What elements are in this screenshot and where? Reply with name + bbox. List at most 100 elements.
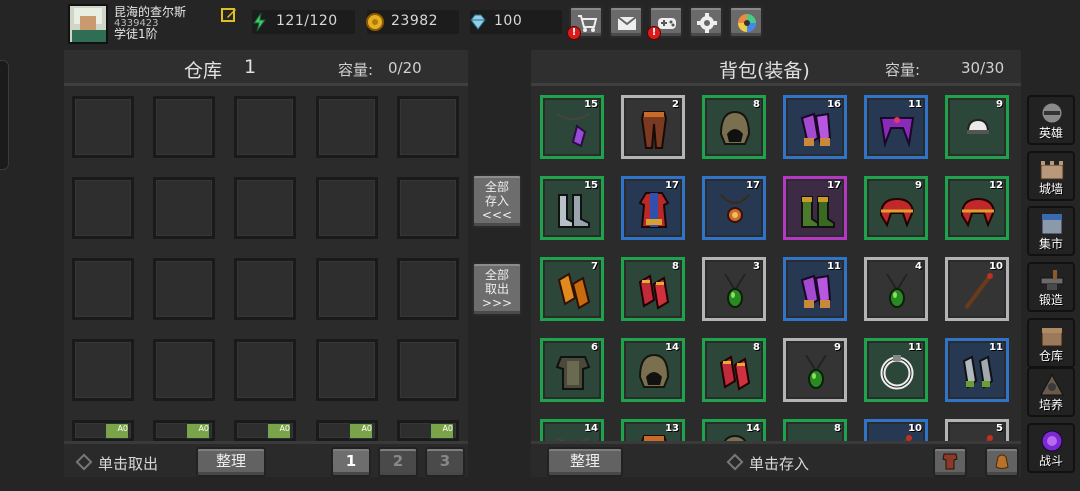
mail-button[interactable]: [609, 6, 643, 38]
backpack-item-slot[interactable]: 11: [864, 95, 928, 159]
warehouse-slot[interactable]: [397, 177, 459, 239]
item-level: 10: [908, 423, 922, 434]
warehouse-slot[interactable]: [234, 339, 296, 401]
item-level: 11: [908, 342, 922, 353]
backpack-item-slot[interactable]: 14: [540, 419, 604, 441]
warehouse-title: 仓库: [184, 60, 223, 82]
warehouse-slot[interactable]: [72, 96, 134, 158]
backpack-item-slot[interactable]: 15: [540, 176, 604, 240]
warehouse-slot[interactable]: [397, 258, 459, 320]
backpack-item-slot[interactable]: 5: [945, 419, 1009, 441]
camera-button[interactable]: [729, 6, 763, 38]
backpack-item-slot[interactable]: 3: [702, 257, 766, 321]
warehouse-slot[interactable]: [316, 177, 378, 239]
backpack-item-slot[interactable]: 10: [945, 257, 1009, 321]
warehouse-slot[interactable]: [316, 96, 378, 158]
gold-display: 23982: [366, 10, 459, 34]
backpack-item-slot[interactable]: 8: [783, 419, 847, 441]
video-reward-icon[interactable]: A0: [267, 423, 291, 439]
backpack-item-slot[interactable]: 11: [783, 257, 847, 321]
warehouse-slot[interactable]: [153, 339, 215, 401]
warehouse-slot[interactable]: [397, 96, 459, 158]
shop-button[interactable]: !: [567, 6, 603, 40]
warehouse-slot[interactable]: A0: [153, 420, 215, 441]
warehouse-slot[interactable]: [234, 177, 296, 239]
warehouse-slot[interactable]: [153, 177, 215, 239]
edit-icon[interactable]: [221, 7, 237, 23]
backpack-item-slot[interactable]: 9: [864, 176, 928, 240]
backpack-item-slot[interactable]: 12: [945, 176, 1009, 240]
backpack-item-slot[interactable]: 16: [783, 95, 847, 159]
warehouse-slot[interactable]: [316, 339, 378, 401]
left-drawer-tab[interactable]: [0, 60, 9, 170]
video-reward-icon[interactable]: A0: [105, 423, 129, 439]
backpack-item-slot[interactable]: 8: [621, 257, 685, 321]
video-reward-icon[interactable]: A0: [430, 423, 454, 439]
backpack-item-slot[interactable]: 9: [945, 95, 1009, 159]
warehouse-slot[interactable]: [234, 96, 296, 158]
gloves-icon: [638, 274, 670, 310]
backpack-item-slot[interactable]: 14: [702, 419, 766, 441]
sidebar-city-wall-button[interactable]: 城墙: [1027, 151, 1075, 201]
sidebar-warehouse-button[interactable]: 仓库: [1027, 318, 1075, 368]
item-level: 9: [996, 99, 1003, 110]
warehouse-slot[interactable]: [72, 339, 134, 401]
warehouse-slot[interactable]: A0: [316, 420, 378, 441]
warehouse-slot[interactable]: [72, 258, 134, 320]
sidebar-forge-button[interactable]: 锻造: [1027, 262, 1075, 312]
sidebar-market-button[interactable]: 集市: [1027, 206, 1075, 256]
warehouse-sort-button[interactable]: 整理: [196, 447, 266, 477]
item-level: 8: [672, 261, 679, 272]
backpack-item-slot[interactable]: 7: [540, 257, 604, 321]
backpack-item-slot[interactable]: 8: [702, 95, 766, 159]
backpack-item-slot[interactable]: 9: [783, 338, 847, 402]
warehouse-slot[interactable]: A0: [397, 420, 459, 441]
backpack-item-slot[interactable]: 15: [540, 95, 604, 159]
warehouse-slot[interactable]: [316, 258, 378, 320]
backpack-item-slot[interactable]: 10: [864, 419, 928, 441]
warehouse-slot[interactable]: [153, 258, 215, 320]
page-3-button[interactable]: 3: [425, 447, 465, 477]
warehouse-slot[interactable]: [72, 177, 134, 239]
backpack-item-slot[interactable]: 17: [621, 176, 685, 240]
sidebar-train-button[interactable]: 培养: [1027, 367, 1075, 417]
staff-icon: [964, 273, 993, 310]
withdraw-all-button[interactable]: 全部 取出 >>>: [472, 262, 522, 316]
backpack-item-slot[interactable]: 2: [621, 95, 685, 159]
armor-filter-button[interactable]: [933, 447, 967, 477]
backpack-item-slot[interactable]: 17: [702, 176, 766, 240]
sidebar-hero-button[interactable]: 英雄: [1027, 95, 1075, 145]
backpack-item-slot[interactable]: 11: [945, 338, 1009, 402]
warehouse-slot[interactable]: [153, 96, 215, 158]
material-filter-button[interactable]: [985, 447, 1019, 477]
backpack-item-slot[interactable]: 8: [702, 338, 766, 402]
staff-icon: [985, 435, 993, 441]
player-avatar[interactable]: [68, 4, 108, 44]
backpack-item-slot[interactable]: 11: [864, 338, 928, 402]
backpack-sort-button[interactable]: 整理: [547, 447, 623, 477]
helm-icon: [719, 110, 751, 145]
warehouse-slot[interactable]: [397, 339, 459, 401]
warehouse-slot[interactable]: A0: [234, 420, 296, 441]
item-level: 6: [591, 342, 598, 353]
backpack-item-slot[interactable]: 4: [864, 257, 928, 321]
video-reward-icon[interactable]: A0: [186, 423, 210, 439]
backpack-item-slot[interactable]: 14: [621, 338, 685, 402]
page-2-button[interactable]: 2: [378, 447, 418, 477]
deposit-all-button[interactable]: 全部 存入 <<<: [472, 174, 522, 228]
item-level: 2: [672, 99, 679, 110]
settings-button[interactable]: [689, 6, 723, 38]
warehouse-slot[interactable]: [234, 258, 296, 320]
backpack-item-slot[interactable]: 17: [783, 176, 847, 240]
backpack-item-slot[interactable]: 13: [621, 419, 685, 441]
item-level: 3: [753, 261, 760, 272]
page-1-button[interactable]: 1: [331, 447, 371, 477]
backpack-item-slot[interactable]: 6: [540, 338, 604, 402]
sidebar-battle-button[interactable]: 战斗: [1027, 423, 1075, 473]
pendant-icon: [724, 273, 746, 308]
item-level: 8: [753, 342, 760, 353]
gamepad-button[interactable]: !: [647, 6, 683, 40]
video-reward-icon[interactable]: A0: [349, 423, 373, 439]
warehouse-slot[interactable]: A0: [72, 420, 134, 441]
shoulder-icon: [879, 197, 915, 228]
